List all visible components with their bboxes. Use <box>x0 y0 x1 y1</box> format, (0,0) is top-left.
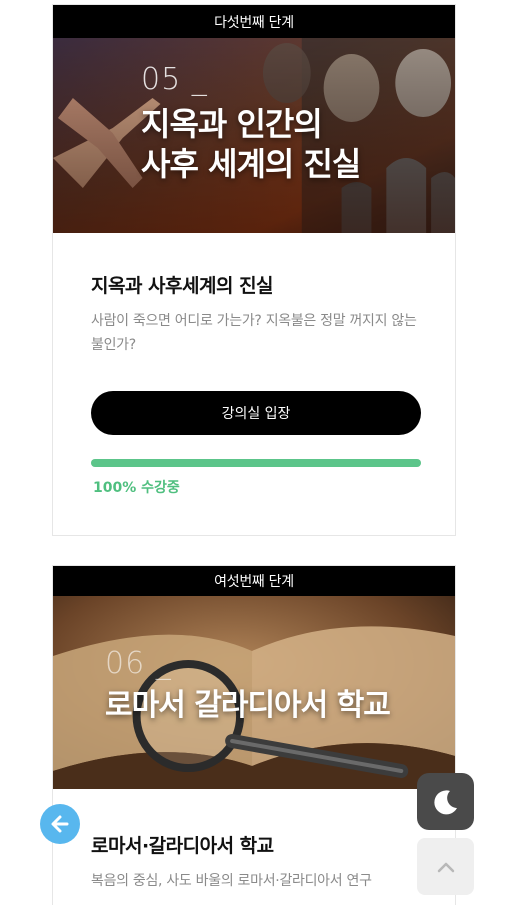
course-description: 사람이 죽으면 어디로 가는가? 지옥불은 정말 꺼지지 않는 불인가? <box>91 313 417 353</box>
course-banner-image[interactable]: 05 _ 지옥과 인간의 사후 세계의 진실 <box>53 38 455 233</box>
arrow-left-icon <box>51 815 69 833</box>
banner-title-line1: 지옥과 인간의 <box>141 105 323 143</box>
progress-status: 100% 수강중 <box>93 480 180 496</box>
stage-label: 다섯번째 단계 <box>53 5 455 38</box>
banner-number: 05 _ <box>141 62 208 97</box>
course-title[interactable]: 지옥과 사후세계의 진실 <box>91 271 274 298</box>
dark-mode-toggle-button[interactable] <box>417 773 474 830</box>
banner-title-line2: 사후 세계의 진실 <box>141 145 361 183</box>
progress-bar-fill <box>91 459 421 467</box>
banner-title: 로마서 갈라디아서 학교 <box>105 688 391 723</box>
course-banner-image[interactable]: 06 _ 로마서 갈라디아서 학교 <box>53 596 455 789</box>
back-button[interactable] <box>40 804 80 844</box>
scroll-to-top-button[interactable] <box>417 838 474 895</box>
enter-classroom-button[interactable]: 강의실 입장 <box>91 391 421 435</box>
course-title[interactable]: 로마서·갈라디아서 학교 <box>91 831 274 858</box>
moon-icon <box>433 789 457 814</box>
course-card-stage-6: 여섯번째 단계 06 _ 로마서 갈라디아서 학교 로마서·갈라디아서 학교 복… <box>52 565 456 905</box>
progress-bar <box>91 459 421 467</box>
chevron-up-icon <box>437 862 454 872</box>
course-card-stage-5: 다섯번째 단계 05 _ 지옥과 인간의 사후 세계의 진실 지옥과 사후세계의… <box>52 4 456 536</box>
course-description: 복음의 중심, 사도 바울의 로마서·갈라디아서 연구 <box>91 873 372 889</box>
stage-label: 여섯번째 단계 <box>53 566 455 596</box>
banner-number: 06 _ <box>105 646 172 681</box>
